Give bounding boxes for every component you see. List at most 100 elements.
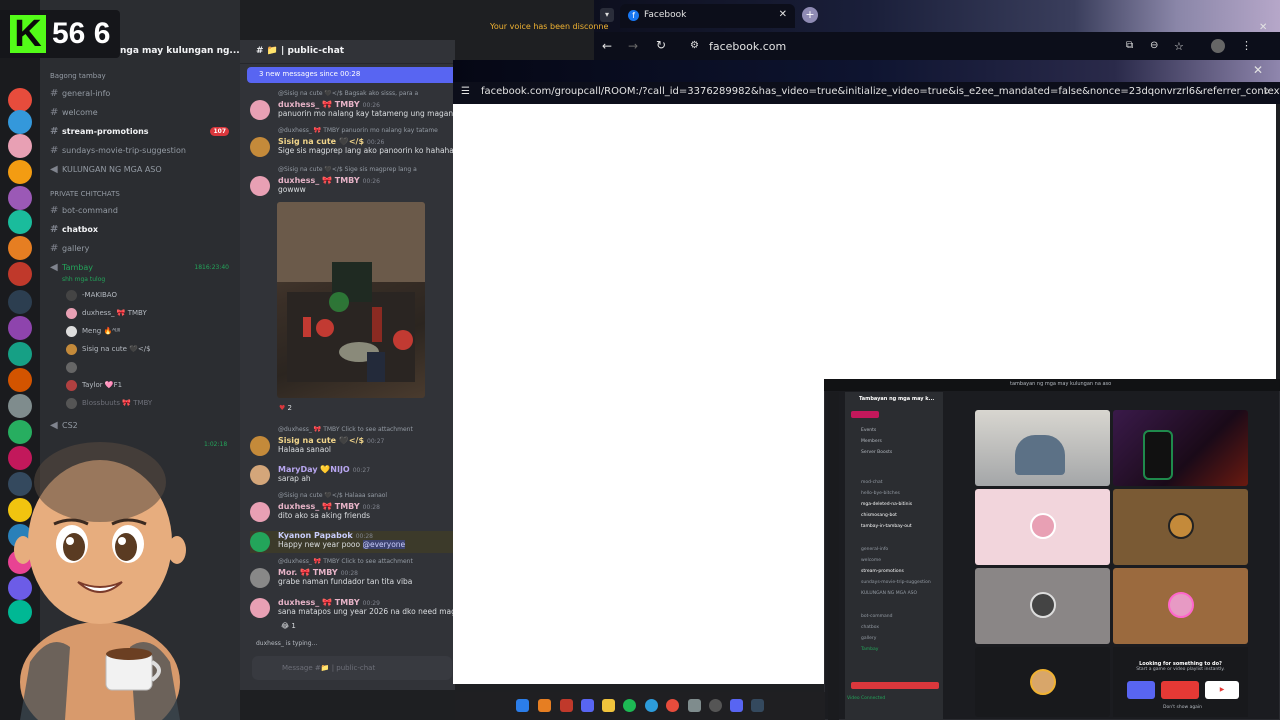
voice-user[interactable]	[66, 360, 82, 374]
voice-user[interactable]: Taylor 🩷F1	[66, 378, 122, 392]
server-icon[interactable]	[8, 160, 32, 184]
windows-start-icon[interactable]	[516, 699, 529, 712]
tab-facebook[interactable]: f Facebook ✕	[620, 4, 795, 28]
discord-icon[interactable]	[730, 699, 743, 712]
username[interactable]: MaryDay 💛NIJO	[278, 465, 350, 474]
server-icon[interactable]	[8, 210, 32, 234]
app-icon[interactable]	[751, 699, 764, 712]
channel-stream-promotions[interactable]: # stream-promotions 107	[50, 124, 235, 140]
chevron-down-icon[interactable]: ▾	[600, 8, 614, 22]
video-tile[interactable]	[975, 410, 1110, 486]
video-tile[interactable]	[975, 647, 1110, 717]
channel-kulungan[interactable]: ◀ KULUNGAN NG MGA ASO	[50, 162, 235, 178]
zoom-icon[interactable]: ⊖	[1150, 40, 1158, 51]
bookmark-star-icon[interactable]: ☆	[1174, 40, 1184, 53]
avatar[interactable]	[250, 137, 270, 157]
file-explorer-icon[interactable]	[602, 699, 615, 712]
chrome-icon[interactable]	[666, 699, 679, 712]
attachment-image[interactable]	[277, 202, 425, 398]
reload-icon[interactable]: ↻	[656, 38, 666, 52]
username[interactable]: duxhess_ 🎀 TMBY	[278, 100, 360, 109]
username[interactable]: Sisig na cute 🖤</$	[278, 137, 364, 146]
pip-channel[interactable]: general-info	[861, 547, 888, 552]
server-icon[interactable]	[8, 394, 32, 418]
app-icon[interactable]	[538, 699, 551, 712]
video-tile[interactable]	[975, 489, 1110, 565]
avatar[interactable]	[250, 436, 270, 456]
avatar[interactable]	[250, 598, 270, 618]
youtube-card[interactable]: ▶	[1205, 681, 1239, 699]
forward-icon[interactable]: →	[628, 39, 638, 53]
server-icon[interactable]	[8, 342, 32, 366]
avatar[interactable]	[250, 502, 270, 522]
pip-channel[interactable]: sundays-movie-trip-suggestion	[861, 580, 931, 585]
channel-gallery[interactable]: # gallery	[50, 241, 235, 257]
members-link[interactable]: Members	[861, 439, 882, 444]
username[interactable]: Sisig na cute 🖤</$	[278, 436, 364, 445]
username[interactable]: Kyanon Papabok	[278, 531, 353, 540]
app-icon[interactable]	[560, 699, 573, 712]
discord-icon[interactable]	[581, 699, 594, 712]
username[interactable]: duxhess_ 🎀 TMBY	[278, 176, 360, 185]
pip-channel[interactable]: tambay-in-tambay-out	[861, 524, 912, 529]
server-icon[interactable]	[8, 262, 32, 286]
pip-channel[interactable]: mga-deleted-na-bitinis	[861, 502, 912, 507]
server-icon[interactable]	[8, 290, 32, 314]
bot-avatar[interactable]	[250, 532, 270, 552]
message-input[interactable]: Message #📁 | public-chat	[252, 656, 452, 680]
category-bagong-tambay[interactable]: Bagong tambay	[50, 72, 106, 80]
avatar[interactable]	[250, 100, 270, 120]
new-messages-banner[interactable]: 3 new messages since 00:28	[247, 67, 455, 83]
server-boosts-link[interactable]: Server Boosts	[861, 450, 892, 455]
server-icon[interactable]	[8, 236, 32, 260]
pip-channel[interactable]: chatbox	[861, 625, 879, 630]
server-icon[interactable]	[8, 186, 32, 210]
spotify-icon[interactable]	[623, 699, 636, 712]
reply-preview[interactable]: @Sisig na cute 🖤</$ Sige sis magprep lan…	[250, 166, 455, 176]
app-icon[interactable]	[688, 699, 701, 712]
voice-user[interactable]: -MAKIBAO	[66, 288, 117, 302]
username[interactable]: duxhess_ 🎀 TMBY	[278, 598, 360, 607]
avatar[interactable]	[250, 465, 270, 485]
edge-icon[interactable]	[645, 699, 658, 712]
close-icon[interactable]: ✕	[779, 9, 787, 20]
pip-channel[interactable]: welcome	[861, 558, 881, 563]
popup-address-bar[interactable]: ☰ facebook.com/groupcall/ROOM:/?call_id=…	[453, 82, 1280, 104]
menu-dots-icon[interactable]: ⋮	[1241, 39, 1252, 52]
pip-channel[interactable]: gallery	[861, 636, 876, 641]
avatar[interactable]	[250, 176, 270, 196]
voice-user[interactable]: Meng 🔥ᴬᴶᴶᴶᴶ	[66, 324, 120, 338]
reply-preview[interactable]: @duxhess_ 🎀 TMBY Click to see attachment	[250, 558, 455, 568]
voice-user[interactable]: duxhess_ 🎀 TMBY	[66, 306, 147, 320]
pip-channel[interactable]: hello-bye-bitches	[861, 491, 900, 496]
reply-preview[interactable]: @duxhess_ 🎀 TMBY Click to see attachment	[250, 426, 455, 436]
site-settings-icon[interactable]: ☰	[461, 86, 470, 97]
server-icon[interactable]	[8, 368, 32, 392]
pip-voice-channel[interactable]: Tambay	[861, 647, 878, 652]
channel-welcome[interactable]: # welcome	[50, 105, 235, 121]
pip-server-name[interactable]: Tambayan ng mga may k...	[859, 396, 934, 402]
install-icon[interactable]: ⧉	[1126, 40, 1133, 51]
server-icon[interactable]	[8, 316, 32, 340]
voice-channel-tambay[interactable]: ◀ Tambay 1816:23:40	[50, 260, 235, 276]
pip-channel[interactable]: stream-promotions	[861, 569, 904, 574]
username[interactable]: Mor. 🎀 TMBY	[278, 568, 338, 577]
dont-show-again-checkbox[interactable]: Don't show again	[1163, 705, 1202, 710]
reply-preview[interactable]: @Sisig na cute 🖤</$ Bagsak ako sisss, pa…	[250, 90, 455, 100]
server-icon[interactable]	[8, 134, 32, 158]
pip-channel[interactable]: mod-chat	[861, 480, 882, 485]
username[interactable]: duxhess_ 🎀 TMBY	[278, 502, 360, 511]
reply-preview[interactable]: @duxhess_ 🎀 TMBY panuorin mo nalang kay …	[250, 127, 455, 137]
pip-channel[interactable]: bot-command	[861, 614, 892, 619]
events-link[interactable]: Events	[861, 428, 876, 433]
site-settings-icon[interactable]: ⚙	[690, 40, 699, 51]
channel-bot-command[interactable]: # bot-command	[50, 203, 235, 219]
voice-user[interactable]: Sisig na cute 🖤</$	[66, 342, 151, 356]
reply-preview[interactable]: @Sisig na cute 🖤</$ Halaaa sanaol	[250, 492, 455, 502]
video-tile[interactable]	[975, 568, 1110, 644]
close-icon[interactable]: ✕	[1253, 63, 1263, 77]
video-tile[interactable]	[1113, 489, 1248, 565]
reaction-heart[interactable]: ♥ 2	[279, 404, 292, 412]
pip-channel[interactable]: chismosang-bot	[861, 513, 897, 518]
address-bar[interactable]: ⚙ facebook.com	[684, 36, 1124, 58]
